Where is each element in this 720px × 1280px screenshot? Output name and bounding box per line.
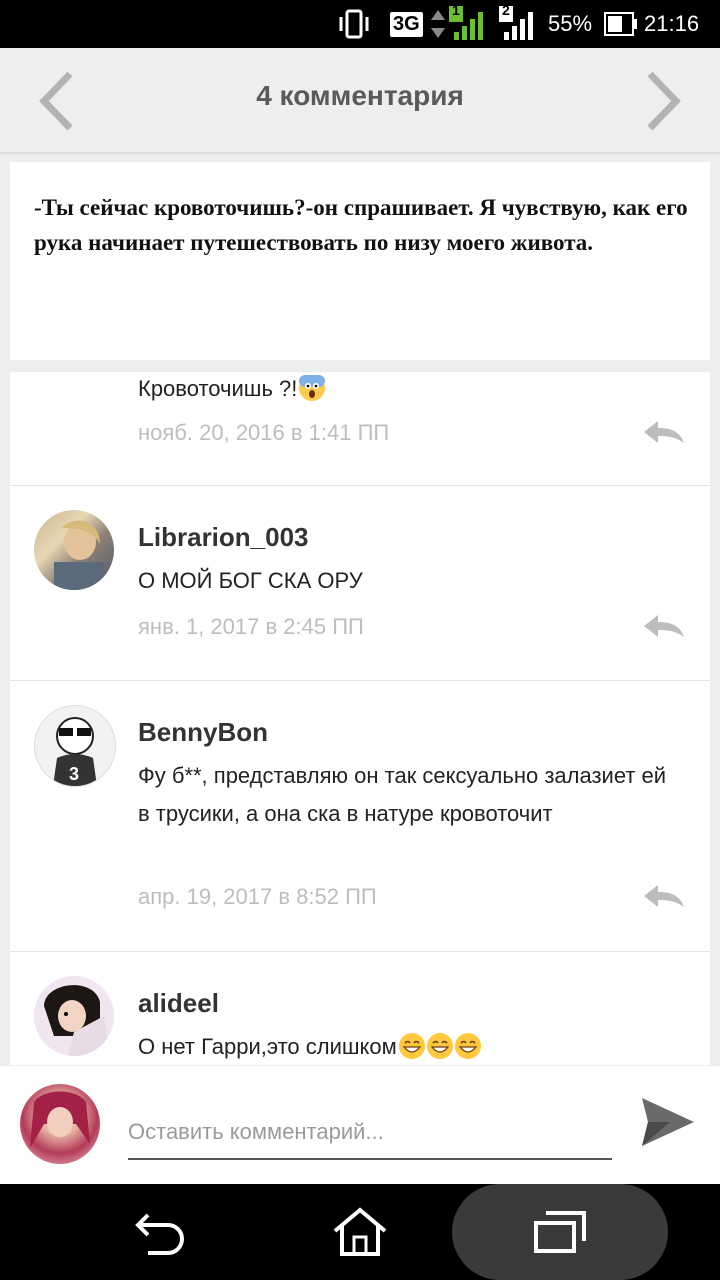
comment-author[interactable]: alideel xyxy=(138,988,219,1019)
avatar[interactable] xyxy=(34,976,114,1056)
send-button[interactable] xyxy=(640,1096,696,1148)
grinning-emoji-icon xyxy=(398,1033,425,1059)
back-icon xyxy=(135,1213,184,1255)
comment-item: 3 BennyBon Фу б**, представляю он так се… xyxy=(10,681,710,952)
comment-timestamp: янв. 1, 2017 в 2:45 ПП xyxy=(138,614,364,639)
home-button[interactable] xyxy=(310,1184,410,1280)
svg-text:3: 3 xyxy=(69,764,79,784)
comment-text-content: О нет Гарри,это слишком xyxy=(138,1034,397,1059)
reply-icon xyxy=(644,421,684,443)
recents-button[interactable] xyxy=(452,1184,668,1280)
home-icon xyxy=(333,1207,387,1256)
comment-item: Librarion_003 О МОЙ БОГ СКА ОРУ янв. 1, … xyxy=(10,486,710,681)
signal-sim2-icon: 2 xyxy=(498,0,538,48)
comment-text: О нет Гарри,это слишком xyxy=(138,1028,678,1065)
comment-text: Кровоточишь ?! xyxy=(138,372,678,408)
battery-icon xyxy=(604,0,638,48)
current-user-avatar xyxy=(20,1084,100,1164)
story-excerpt: -Ты сейчас кровоточишь?-он спрашивает. Я… xyxy=(10,162,710,360)
comment-author[interactable]: Librarion_003 xyxy=(138,522,309,553)
comment-item: alideel О нет Гарри,это слишком xyxy=(10,952,710,1065)
battery-percent: 55% xyxy=(548,11,593,36)
page-title: 4 комментария xyxy=(256,80,464,111)
data-arrows-icon xyxy=(430,0,446,48)
next-part-button[interactable] xyxy=(640,70,684,132)
chevron-right-icon xyxy=(647,71,681,131)
comment-text: Фу б**, представляю он так сексуально за… xyxy=(138,763,667,826)
reply-button[interactable] xyxy=(642,883,686,909)
back-button[interactable] xyxy=(110,1184,210,1280)
reply-icon xyxy=(644,885,684,907)
comment-text-content: Кровоточишь ?! xyxy=(138,376,298,401)
sim1-label: 1 xyxy=(452,2,460,18)
comment-text: О МОЙ БОГ СКА ОРУ xyxy=(138,568,363,593)
excerpt-text: -Ты сейчас кровоточишь?-он спрашивает. Я… xyxy=(34,195,688,255)
reply-icon xyxy=(644,615,684,637)
vibrate-icon xyxy=(336,0,372,48)
avatar[interactable]: 3 xyxy=(34,705,116,787)
comment-timestamp: нояб. 20, 2016 в 1:41 ПП xyxy=(138,420,390,445)
scream-emoji-icon xyxy=(299,375,326,401)
send-icon xyxy=(642,1098,694,1146)
reply-button[interactable] xyxy=(642,419,686,445)
network-type: 3G xyxy=(390,11,423,37)
network-3g-icon: 3G xyxy=(390,0,423,48)
status-bar: 3G 1 2 55% 21:16 xyxy=(0,0,720,48)
avatar[interactable] xyxy=(34,510,114,590)
comment-timestamp: апр. 19, 2017 в 8:52 ПП xyxy=(138,884,377,909)
signal-sim1-icon: 1 xyxy=(448,0,488,48)
comment-input[interactable] xyxy=(128,1106,612,1160)
recents-icon xyxy=(534,1211,586,1253)
comment-composer xyxy=(0,1066,720,1184)
grinning-emoji-icon xyxy=(426,1033,453,1059)
reply-button[interactable] xyxy=(642,613,686,639)
system-nav-bar xyxy=(0,1184,720,1280)
grinning-emoji-icon xyxy=(454,1033,481,1059)
comment-author[interactable]: BennyBon xyxy=(138,717,268,748)
clock: 21:16 xyxy=(644,11,700,36)
comment-item: Кровоточишь ?! нояб. 20, 2016 в 1:41 ПП xyxy=(10,372,710,486)
comment-list[interactable]: Кровоточишь ?! нояб. 20, 2016 в 1:41 ПП xyxy=(10,372,710,1065)
top-bar: 4 комментария xyxy=(0,48,720,154)
sim2-label: 2 xyxy=(502,2,510,18)
